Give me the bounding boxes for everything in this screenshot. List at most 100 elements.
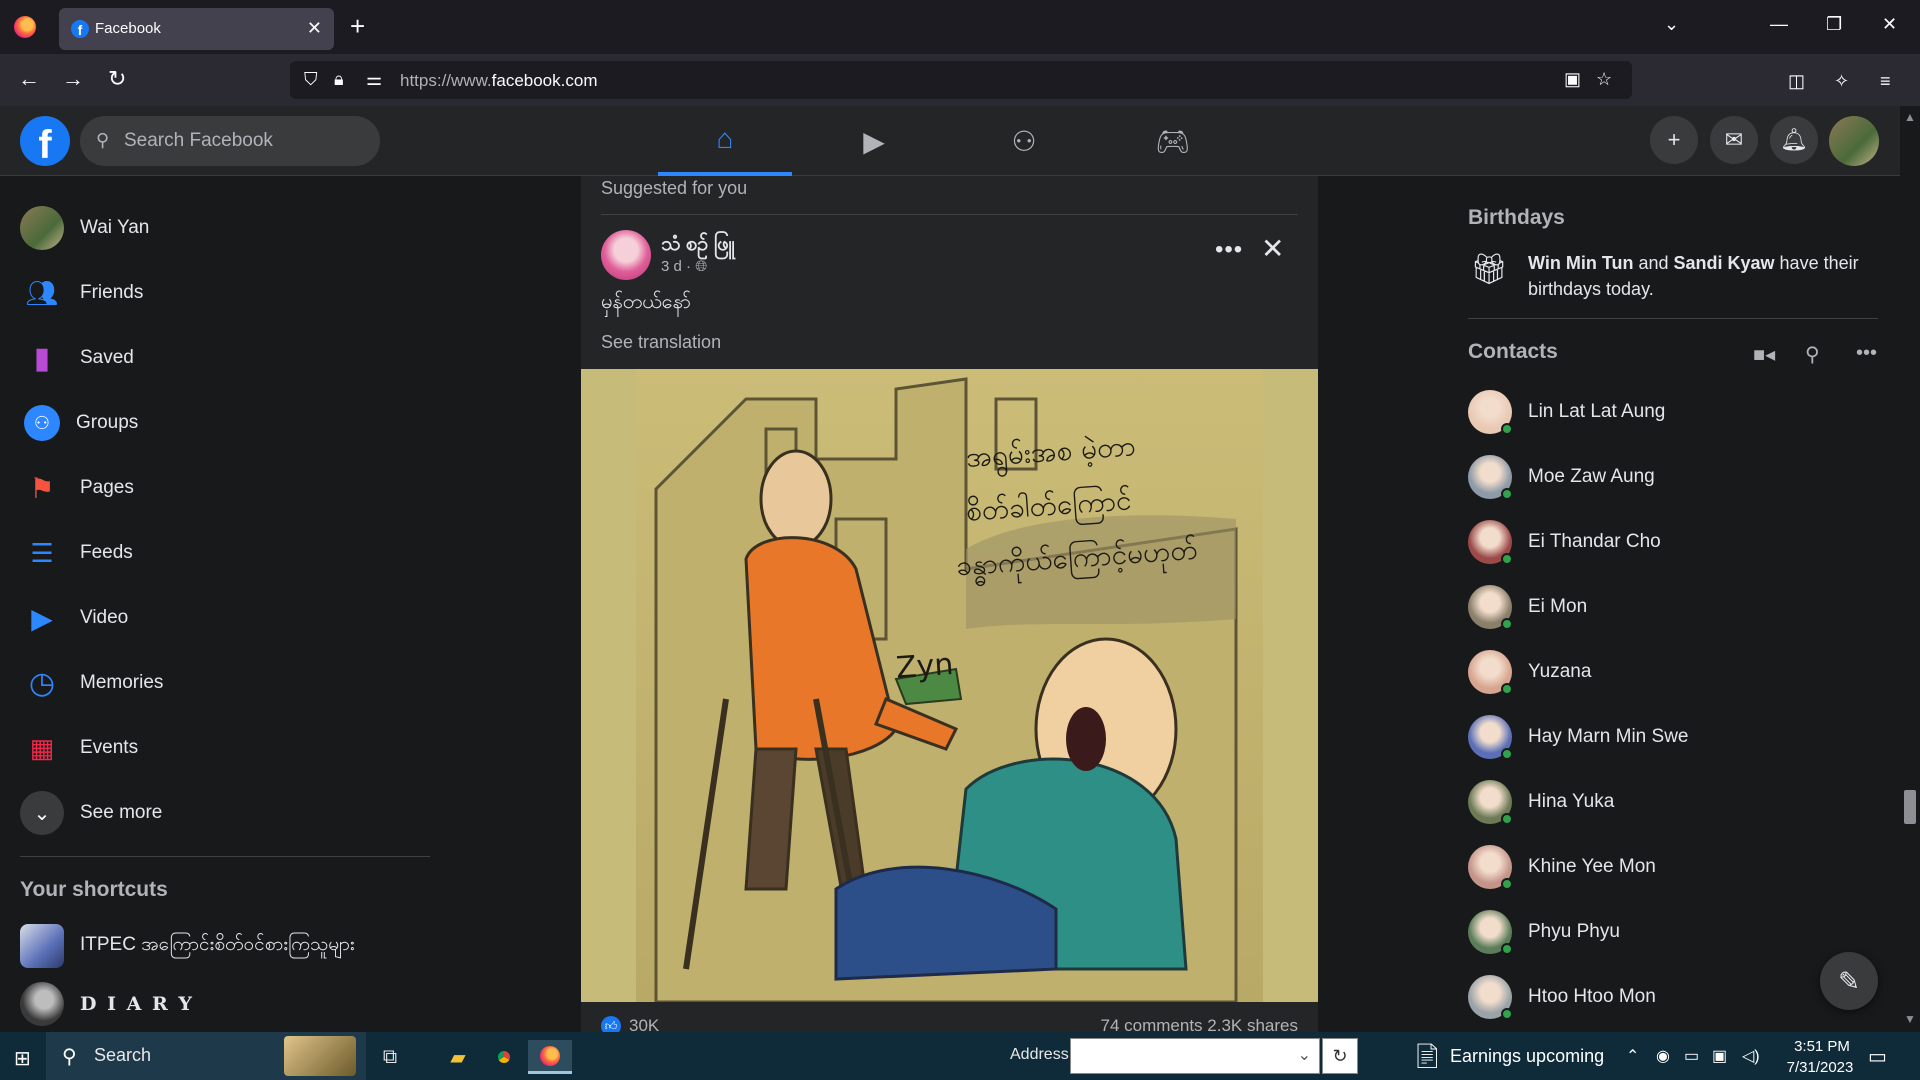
url-bar[interactable]: ⛉ 🔒︎ ⚌ https://www.facebook.com ▣ ☆	[290, 61, 1632, 99]
address-input[interactable]	[1071, 1039, 1281, 1073]
menu-icon[interactable]: ≡	[1880, 68, 1891, 94]
notifications-button[interactable]: 🔔︎	[1770, 116, 1818, 164]
sidebar-item-video[interactable]: ▶ Video	[20, 590, 440, 646]
contact-item[interactable]: Hay Marn Min Swe	[1468, 709, 1880, 765]
stocks-icon[interactable]: 📄︎	[1412, 1042, 1442, 1071]
minimize-icon[interactable]: —	[1770, 14, 1788, 35]
artist-signature: Zyn	[894, 647, 955, 686]
clock-date[interactable]: 7/31/2023	[1778, 1059, 1862, 1076]
notification-center-icon[interactable]: ▭	[1868, 1044, 1887, 1069]
taskbar-search[interactable]: ⚲ Search	[46, 1032, 366, 1080]
sidebar-item-label: Wai Yan	[80, 217, 150, 238]
tab-video[interactable]: ▶	[807, 106, 941, 176]
post-author-avatar[interactable]	[601, 230, 651, 280]
search-icon[interactable]: ⚲	[1805, 342, 1820, 367]
windows-start-icon[interactable]: ⊞	[14, 1046, 31, 1071]
messenger-button[interactable]: ✉	[1710, 116, 1758, 164]
bookmark-star-icon[interactable]: ☆	[1596, 69, 1612, 90]
browser-tab[interactable]: f Facebook ✕	[59, 8, 334, 50]
more-options-icon[interactable]: •••	[1856, 342, 1877, 365]
sidebar-item-see-more[interactable]: ⌄ See more	[20, 785, 440, 841]
shortcut-item[interactable]: D I A R Y	[20, 976, 440, 1032]
contact-item[interactable]: Lin Lat Lat Aung	[1468, 384, 1880, 440]
address-go-icon[interactable]: ↻	[1322, 1038, 1358, 1074]
facebook-logo[interactable]: f	[20, 116, 70, 167]
post-options-icon[interactable]: •••	[1215, 236, 1243, 264]
camera-icon[interactable]: ◉	[1656, 1046, 1670, 1066]
sidebar-item-friends[interactable]: 👥︎ Friends	[20, 265, 440, 321]
restore-icon[interactable]: ❐	[1826, 14, 1842, 35]
birthday-notice[interactable]: Win Min Tun and Sandi Kyaw have their bi…	[1528, 250, 1878, 302]
sidebar-item-memories[interactable]: ◷ Memories	[20, 655, 440, 711]
sidebar-item-groups[interactable]: ⚇ Groups	[20, 395, 440, 451]
new-tab-icon[interactable]: +	[350, 12, 365, 40]
lock-icon[interactable]: 🔒︎	[334, 69, 344, 90]
tab-home[interactable]: ⌂	[658, 106, 792, 176]
shield-icon[interactable]: ⛉	[304, 69, 318, 90]
permissions-icon[interactable]: ⚌	[366, 69, 382, 90]
extensions-icon[interactable]: ✧	[1834, 68, 1849, 94]
shortcut-item[interactable]: ITPEC အကြောင်းစိတ်ဝင်စားကြသူများ	[20, 918, 440, 974]
page-scrollbar[interactable]: ▲ ▼	[1900, 106, 1920, 1032]
url-text[interactable]: https://www.facebook.com	[400, 71, 597, 91]
post-author-name[interactable]: သံ စဉ် ဖြူ	[661, 230, 734, 260]
reader-view-icon[interactable]: ▣	[1564, 69, 1581, 90]
contact-item[interactable]: Hina Yuka	[1468, 774, 1880, 830]
comments-shares-count[interactable]: 74 comments 2.3K shares	[1101, 1016, 1298, 1032]
sidebar-item-pages[interactable]: ⚑ Pages	[20, 460, 440, 516]
battery-icon[interactable]: ▭	[1684, 1046, 1699, 1066]
firefox-taskbar-icon[interactable]	[528, 1040, 572, 1074]
address-field[interactable]: ⌄	[1070, 1038, 1320, 1074]
tab-gaming[interactable]: 🎮︎	[1106, 106, 1240, 176]
post-image[interactable]: အရွမ်းအစ မဲ့တာ စိတ်ခါတ်ကြောင် ခန္ဓာကိုယ်…	[581, 369, 1318, 1002]
search-input[interactable]	[124, 116, 364, 166]
see-translation-link[interactable]: See translation	[601, 332, 721, 353]
close-window-icon[interactable]: ✕	[1882, 14, 1897, 35]
account-avatar[interactable]	[1829, 116, 1879, 166]
contact-name: Ei Thandar Cho	[1528, 531, 1661, 552]
clock-time[interactable]: 3:51 PM	[1786, 1038, 1858, 1055]
tab-groups[interactable]: ⚇	[957, 106, 1091, 176]
firefox-icon[interactable]	[14, 16, 36, 38]
chrome-icon[interactable]	[482, 1040, 526, 1074]
list-tabs-icon[interactable]: ⌄	[1664, 14, 1679, 35]
contact-item[interactable]: Ei Thandar Cho	[1468, 514, 1880, 570]
new-room-icon[interactable]: ■◂	[1753, 342, 1775, 367]
chevron-up-icon[interactable]: ⌃	[1626, 1046, 1639, 1066]
scroll-up-icon[interactable]: ▲	[1904, 110, 1916, 124]
sidebar-item-profile[interactable]: Wai Yan	[20, 200, 440, 256]
speaker-icon[interactable]: ◁)	[1742, 1046, 1760, 1066]
file-explorer-icon[interactable]: ▰	[436, 1040, 480, 1074]
contact-item[interactable]: Htoo Htoo Mon	[1468, 969, 1880, 1025]
network-icon[interactable]: ▣	[1712, 1046, 1727, 1066]
news-ticker-text[interactable]: Earnings upcoming	[1450, 1046, 1604, 1067]
reload-icon[interactable]: ↻	[108, 66, 126, 92]
task-view-icon[interactable]: ⧉	[368, 1040, 412, 1074]
contact-item[interactable]: Phyu Phyu	[1468, 904, 1880, 960]
create-button[interactable]: +	[1650, 116, 1698, 164]
sidebar-item-saved[interactable]: ▮ Saved	[20, 330, 440, 386]
chevron-down-icon[interactable]: ⌄	[1298, 1045, 1311, 1065]
post-close-icon[interactable]: ✕	[1261, 232, 1284, 265]
contact-item[interactable]: Khine Yee Mon	[1468, 839, 1880, 895]
post-timestamp[interactable]: 3 d · 🌐︎	[661, 258, 707, 275]
online-status-dot	[1501, 553, 1513, 565]
scroll-thumb[interactable]	[1904, 790, 1916, 824]
contact-item[interactable]: Yuzana	[1468, 644, 1880, 700]
new-message-button[interactable]: ✎	[1820, 952, 1878, 1010]
back-icon[interactable]: ←	[18, 66, 40, 92]
sidebar-item-feeds[interactable]: ☰ Feeds	[20, 525, 440, 581]
search-box[interactable]: ⚲	[80, 116, 380, 166]
online-status-dot	[1501, 878, 1513, 890]
sidebar-item-events[interactable]: ▦ Events	[20, 720, 440, 776]
forward-icon[interactable]: →	[62, 66, 84, 92]
contact-item[interactable]: Ei Mon	[1468, 579, 1880, 635]
left-sidebar: Wai Yan 👥︎ Friends ▮ Saved ⚇ Groups ⚑ Pa…	[0, 176, 440, 1032]
shortcut-thumbnail	[20, 924, 64, 968]
reaction-count[interactable]: 30K	[629, 1016, 659, 1032]
scroll-down-icon[interactable]: ▼	[1904, 1012, 1916, 1026]
pocket-icon[interactable]: ◫	[1788, 68, 1805, 94]
tab-close-icon[interactable]: ✕	[307, 18, 322, 39]
sidebar-divider	[20, 856, 430, 857]
contact-item[interactable]: Moe Zaw Aung	[1468, 449, 1880, 505]
